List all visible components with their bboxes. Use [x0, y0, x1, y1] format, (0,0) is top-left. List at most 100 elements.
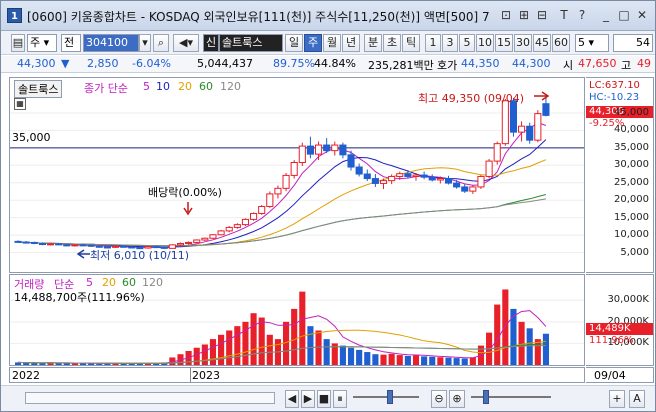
- speaker-icon[interactable]: ◀▾: [173, 34, 199, 52]
- candle-body: [379, 180, 388, 184]
- volume-bar: [23, 362, 30, 365]
- volume-bar: [437, 357, 444, 365]
- layout-toggle[interactable]: ▤: [11, 34, 25, 52]
- order-select[interactable]: 전: [61, 34, 81, 52]
- volume-bar: [193, 347, 200, 365]
- candle-body: [347, 154, 355, 168]
- period-second[interactable]: 초: [383, 34, 401, 52]
- stock-name[interactable]: 솔트룩스: [219, 34, 283, 52]
- market-select[interactable]: 주 ▾: [27, 34, 57, 52]
- volume-bar: [429, 356, 436, 365]
- zoom-out-icon[interactable]: ⊖: [431, 390, 447, 408]
- candle-body: [225, 226, 233, 232]
- volume-bar: [388, 353, 395, 365]
- help-icon[interactable]: ?: [575, 7, 589, 24]
- candle-body: [266, 193, 274, 207]
- scroll-left-button[interactable]: ◀: [285, 390, 299, 408]
- period-year[interactable]: 년: [342, 34, 360, 52]
- window-split-icon[interactable]: ⊟: [535, 7, 549, 24]
- interval-15[interactable]: 15: [495, 34, 513, 52]
- main-toolbar: ▤ 주 ▾ 전 304100 ▾ ⌕ ◀▾ 신 솔트룩스 일 주 월 년 분 초…: [1, 31, 655, 55]
- scroll-right-button[interactable]: ▶: [301, 390, 315, 408]
- bottom-controls: ◀ ▶ ■ ⏸ ⊖ ⊕ + A: [1, 385, 655, 411]
- code-input[interactable]: 304100: [83, 34, 139, 52]
- interval-select[interactable]: 5 ▾: [575, 34, 609, 52]
- open-label: 시: [563, 59, 574, 72]
- volume-chart-panel[interactable]: 거래량 단순 5 20 60 120 14,488,700주(111.96%): [9, 274, 585, 366]
- volume-bar: [518, 321, 525, 365]
- price-chart-svg[interactable]: [10, 78, 585, 273]
- candle-body: [412, 174, 420, 177]
- volume-bar: [242, 321, 249, 365]
- interval-60[interactable]: 60: [552, 34, 570, 52]
- candle-body: [176, 242, 185, 246]
- pause-button[interactable]: ⏸: [333, 390, 347, 408]
- volume-bar: [494, 304, 501, 365]
- candle-body: [290, 162, 298, 176]
- table-icon[interactable]: ▦: [14, 98, 26, 110]
- volume-ma-line-20: [18, 329, 546, 364]
- interval-30[interactable]: 30: [514, 34, 532, 52]
- zoom-in-icon[interactable]: ⊕: [449, 390, 465, 408]
- stop-button[interactable]: ■: [317, 390, 331, 408]
- candle-body: [396, 173, 404, 177]
- volume-bar: [315, 330, 322, 365]
- volume-scale[interactable]: 30,000K 20,000K 10,000K 14,489K 111.96%: [586, 274, 654, 366]
- candle-body: [30, 241, 38, 244]
- price-chart-panel[interactable]: 솔트룩스 종가 단순 5 10 20 60 120 ▦ 35,000 배당락(0…: [9, 77, 585, 273]
- period-tick[interactable]: 틱: [402, 34, 420, 52]
- ma-line-5: [18, 122, 547, 249]
- stock-tag[interactable]: 솔트룩스: [14, 80, 63, 98]
- date-scale: 09/04: [586, 367, 654, 383]
- volume-bar: [31, 363, 38, 365]
- vol-ma-20: 20: [102, 276, 116, 289]
- dividend-arrow-icon: [183, 202, 193, 216]
- price-tick-label: 20,000: [614, 194, 649, 206]
- period-day[interactable]: 일: [285, 34, 303, 52]
- chart-window: 1 [0600] 키움종합차트 - KOSDAQ 외국인보유[111(천)] 주…: [0, 0, 656, 412]
- window-text-icon[interactable]: T: [557, 7, 571, 24]
- zoom-slider-handle[interactable]: [387, 390, 393, 404]
- open-price: 47,650: [578, 57, 617, 70]
- window-grid-icon[interactable]: ⊞: [517, 7, 531, 24]
- candle-body: [518, 125, 526, 133]
- period-minute[interactable]: 분: [364, 34, 382, 52]
- code-dropdown-icon[interactable]: ▾: [139, 34, 151, 52]
- date-label-2023: 2023: [192, 369, 220, 382]
- zoom-slider-track[interactable]: [353, 396, 419, 398]
- close-button[interactable]: ✕: [635, 7, 649, 24]
- ma-legend-5: 5: [143, 80, 150, 93]
- range-slider-handle[interactable]: [483, 390, 489, 404]
- font-button[interactable]: A: [629, 390, 645, 408]
- volume-bar: [461, 358, 468, 365]
- window-link-icon[interactable]: ⊡: [499, 7, 513, 24]
- candle-body: [420, 174, 428, 178]
- interval-5[interactable]: 5: [459, 34, 475, 52]
- candle-body: [477, 175, 485, 188]
- candle-body: [79, 244, 87, 247]
- period-week[interactable]: 주: [304, 34, 322, 52]
- count-input[interactable]: 54: [613, 34, 653, 52]
- volume-bar: [396, 355, 403, 365]
- price-tick-label: 30,000: [614, 159, 649, 171]
- maximize-button[interactable]: □: [617, 7, 631, 24]
- interval-1[interactable]: 1: [425, 34, 441, 52]
- search-icon[interactable]: ⌕: [153, 34, 169, 52]
- interval-10[interactable]: 10: [476, 34, 494, 52]
- candle-body: [469, 186, 477, 192]
- volume-pct-tag: 111.96%: [589, 335, 634, 346]
- interval-45[interactable]: 45: [533, 34, 551, 52]
- ma-legend-20: 20: [178, 80, 192, 93]
- price-scale[interactable]: LC:637.10 HC:-10.23 44,300 -9.25% 45,000…: [586, 77, 654, 273]
- add-button[interactable]: +: [609, 390, 625, 408]
- ma-legend-60: 60: [199, 80, 213, 93]
- turnover-ratio: 44.84%: [314, 57, 356, 70]
- last-date-label: 09/04: [594, 369, 626, 382]
- candle-body: [453, 182, 461, 188]
- volume-bar: [250, 313, 257, 365]
- minimize-button[interactable]: _: [599, 7, 613, 24]
- interval-3[interactable]: 3: [442, 34, 458, 52]
- volume-bar: [339, 345, 346, 365]
- period-month[interactable]: 월: [323, 34, 341, 52]
- chart-scrollbar[interactable]: [25, 392, 275, 404]
